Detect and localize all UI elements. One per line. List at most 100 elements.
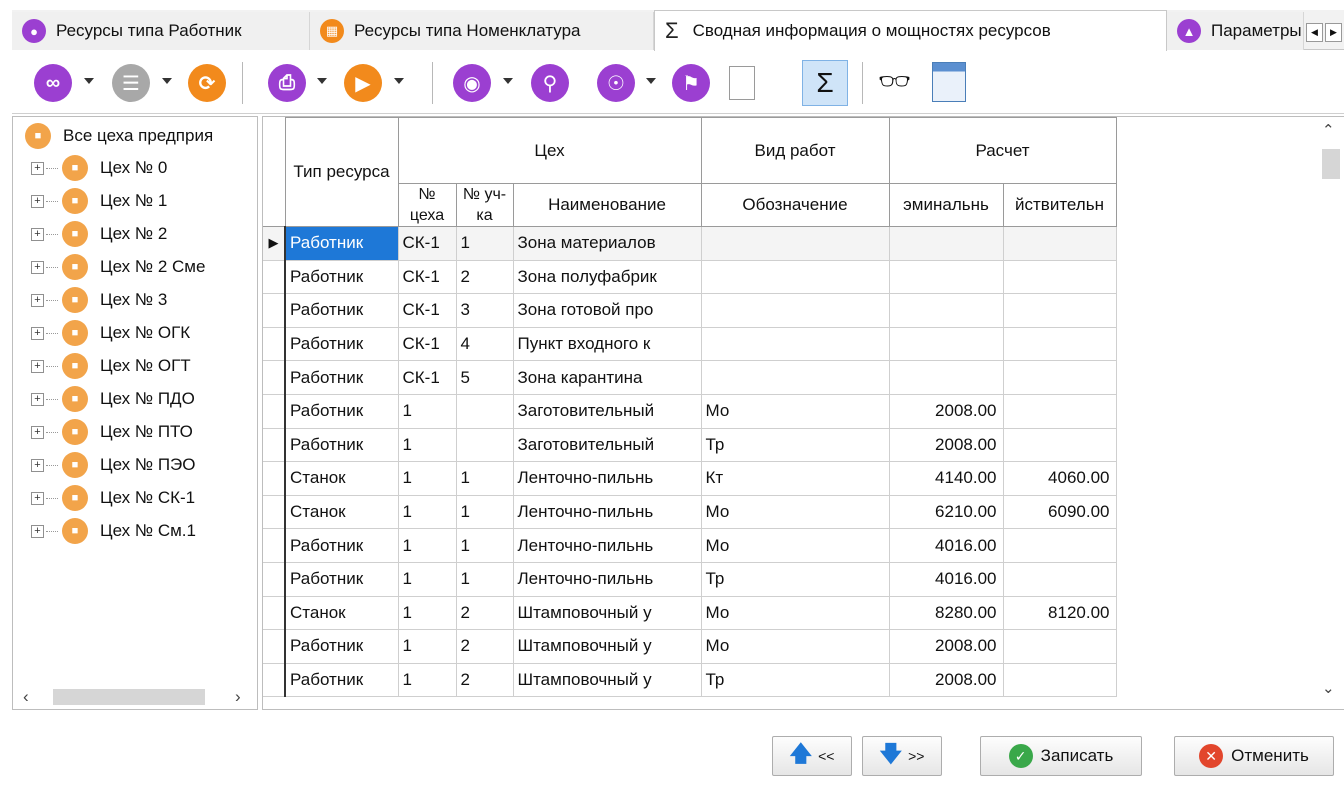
cell-work[interactable]: Мо: [700, 595, 890, 631]
tree-item[interactable]: + ■ Цех № 2: [31, 219, 167, 249]
cell-type[interactable]: Станок: [284, 461, 399, 496]
cell-name[interactable]: Заготовительный: [512, 427, 702, 463]
cell-actual[interactable]: [1002, 326, 1117, 362]
blank-document-icon[interactable]: [729, 66, 755, 100]
cell-work[interactable]: Тр: [700, 561, 890, 597]
cell-actual[interactable]: 6090.00: [1002, 494, 1117, 530]
table-row[interactable]: Работник СК-1 5 Зона карантина: [263, 360, 1117, 395]
expand-icon[interactable]: +: [31, 293, 44, 307]
cell-nominal[interactable]: 6210.00: [888, 494, 1004, 530]
cell-actual[interactable]: [1002, 561, 1117, 597]
cell-section[interactable]: 1: [455, 561, 514, 597]
scroll-up-icon[interactable]: ⌃: [1322, 121, 1335, 139]
play-icon[interactable]: ▶: [344, 64, 382, 102]
cell-work[interactable]: Кт: [700, 461, 890, 496]
column-header-nominal[interactable]: эминальнь: [888, 183, 1004, 227]
cell-shop[interactable]: 1: [397, 528, 457, 563]
cell-work[interactable]: Мо: [700, 528, 890, 563]
tree-horizontal-scrollbar[interactable]: ‹ ›: [13, 685, 257, 709]
tree-item[interactable]: + ■ Цех № 0: [31, 153, 167, 183]
expand-icon[interactable]: +: [31, 425, 44, 439]
cell-section[interactable]: 5: [455, 360, 514, 395]
cell-type[interactable]: Работник: [284, 393, 399, 429]
cell-work[interactable]: Мо: [700, 494, 890, 530]
expand-icon[interactable]: +: [31, 491, 44, 505]
tab-scroll-left-icon[interactable]: ◀: [1306, 23, 1323, 42]
cell-name[interactable]: Зона полуфабрик: [512, 259, 702, 295]
globe-icon[interactable]: ☉: [597, 64, 635, 102]
cell-nominal[interactable]: 2008.00: [888, 393, 1004, 429]
save-button[interactable]: ✓ Записать: [980, 736, 1142, 776]
cell-shop[interactable]: СК-1: [397, 293, 457, 328]
expand-icon[interactable]: +: [31, 227, 44, 241]
column-header-actual[interactable]: йствительн: [1002, 183, 1117, 227]
table-row[interactable]: Станок 1 1 Ленточно-пильнь Кт 4140.00 4060.00: [263, 461, 1117, 496]
table-row[interactable]: Работник 1 Заготовительный Тр 2008.00: [263, 427, 1117, 463]
cell-work[interactable]: Тр: [700, 427, 890, 463]
expand-icon[interactable]: +: [31, 326, 44, 340]
cell-shop[interactable]: 1: [397, 595, 457, 631]
cell-nominal[interactable]: [888, 226, 1004, 261]
expand-icon[interactable]: +: [31, 194, 44, 208]
cell-nominal[interactable]: [888, 360, 1004, 395]
cell-nominal[interactable]: [888, 293, 1004, 328]
cell-actual[interactable]: [1002, 293, 1117, 328]
sigma-summary-icon[interactable]: Σ: [802, 60, 848, 106]
cell-section[interactable]: 2: [455, 662, 514, 698]
cell-shop[interactable]: 1: [397, 393, 457, 429]
tree-item[interactable]: + ■ Цех № ПЭО: [31, 450, 196, 480]
cell-section[interactable]: 3: [455, 293, 514, 328]
tree-item[interactable]: + ■ Цех № 3: [31, 285, 167, 315]
cell-type[interactable]: Работник: [284, 360, 399, 395]
cell-actual[interactable]: 4060.00: [1002, 461, 1117, 496]
table-row[interactable]: Работник 1 1 Ленточно-пильнь Тр 4016.00: [263, 561, 1117, 597]
cell-actual[interactable]: [1002, 259, 1117, 295]
cell-type[interactable]: Работник: [284, 226, 399, 261]
tab-scroll-right-icon[interactable]: ▶: [1325, 23, 1342, 42]
cancel-button[interactable]: ✕ Отменить: [1174, 736, 1334, 776]
cell-nominal[interactable]: 2008.00: [888, 662, 1004, 698]
search-icon[interactable]: ⚲: [531, 64, 569, 102]
print-icon[interactable]: ⎙: [268, 64, 306, 102]
table-row[interactable]: Работник 1 Заготовительный Мо 2008.00: [263, 393, 1117, 429]
cell-type[interactable]: Работник: [284, 259, 399, 295]
cell-type[interactable]: Работник: [284, 561, 399, 597]
cell-work[interactable]: [700, 360, 890, 395]
scrollbar-thumb[interactable]: [53, 689, 205, 705]
chevron-down-icon[interactable]: [162, 78, 172, 84]
table-row[interactable]: Работник 1 1 Ленточно-пильнь Мо 4016.00: [263, 528, 1117, 563]
cell-type[interactable]: Работник: [284, 427, 399, 463]
cell-section[interactable]: 1: [455, 461, 514, 496]
cell-nominal[interactable]: 4016.00: [888, 561, 1004, 597]
cell-nominal[interactable]: [888, 259, 1004, 295]
cell-name[interactable]: Заготовительный: [512, 393, 702, 429]
cell-name[interactable]: Ленточно-пильнь: [512, 528, 702, 563]
expand-icon[interactable]: +: [31, 392, 44, 406]
link-icon[interactable]: ∞: [34, 64, 72, 102]
cell-shop[interactable]: 1: [397, 494, 457, 530]
scroll-down-icon[interactable]: ⌄: [1322, 679, 1335, 697]
column-header-name[interactable]: Наименование: [512, 183, 702, 227]
expand-icon[interactable]: +: [31, 359, 44, 373]
cell-actual[interactable]: 8120.00: [1002, 595, 1117, 631]
cell-name[interactable]: Ленточно-пильнь: [512, 494, 702, 530]
cell-name[interactable]: Ленточно-пильнь: [512, 461, 702, 496]
column-header-designation[interactable]: Обозначение: [700, 183, 890, 227]
cell-name[interactable]: Зона готовой про: [512, 293, 702, 328]
tree-item[interactable]: + ■ Цех № ПДО: [31, 384, 195, 414]
cell-shop[interactable]: 1: [397, 461, 457, 496]
cell-type[interactable]: Работник: [284, 629, 399, 664]
cell-section[interactable]: [455, 393, 514, 429]
chevron-down-icon[interactable]: [646, 78, 656, 84]
cell-shop[interactable]: 1: [397, 662, 457, 698]
tree-item[interactable]: + ■ Цех № 1: [31, 186, 167, 216]
cell-name[interactable]: Ленточно-пильнь: [512, 561, 702, 597]
tree-item[interactable]: + ■ Цех № ОГК: [31, 318, 190, 348]
cell-name[interactable]: Штамповочный у: [512, 629, 702, 664]
cell-work[interactable]: [700, 326, 890, 362]
cell-shop[interactable]: 1: [397, 427, 457, 463]
cell-shop[interactable]: 1: [397, 561, 457, 597]
cell-section[interactable]: 2: [455, 629, 514, 664]
expand-icon[interactable]: +: [31, 524, 44, 538]
cell-type[interactable]: Станок: [284, 595, 399, 631]
